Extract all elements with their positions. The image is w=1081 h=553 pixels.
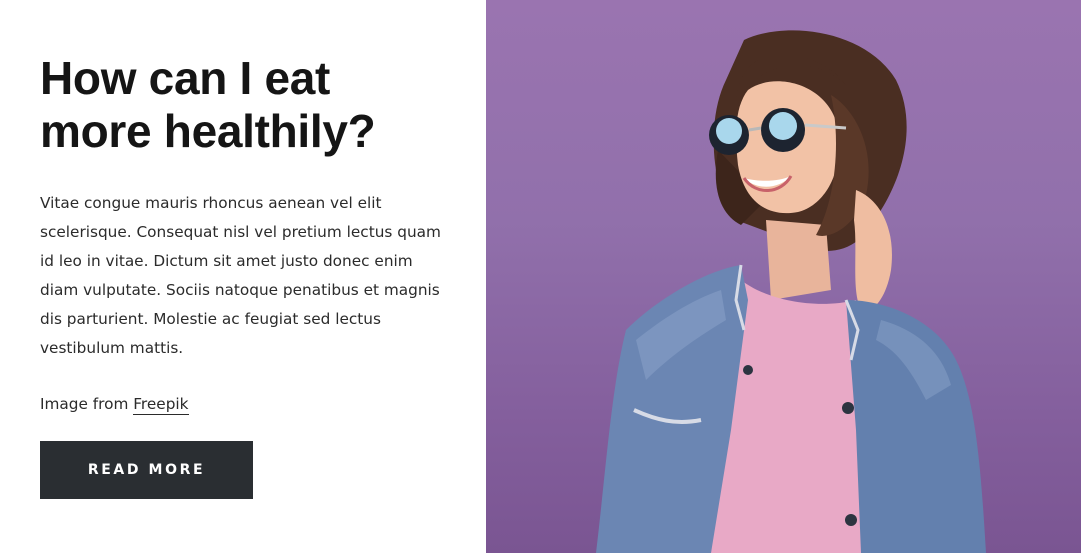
body-paragraph: Vitae congue mauris rhoncus aenean vel e… — [40, 194, 441, 357]
content-panel: How can I eat more healthily? Vitae congu… — [0, 0, 486, 553]
page-title: How can I eat more healthily? — [40, 52, 460, 158]
image-credit: Image from Freepik — [40, 391, 189, 417]
image-credit-prefix: Image from — [40, 395, 134, 413]
read-more-button[interactable]: READ MORE — [40, 441, 253, 499]
freepik-link[interactable]: Freepik — [133, 395, 189, 415]
title-line-2: more healthily? — [40, 105, 376, 157]
woman-with-sunglasses-illustration — [596, 30, 986, 553]
hero-photo — [486, 0, 1081, 553]
title-line-1: How can I eat — [40, 52, 331, 104]
